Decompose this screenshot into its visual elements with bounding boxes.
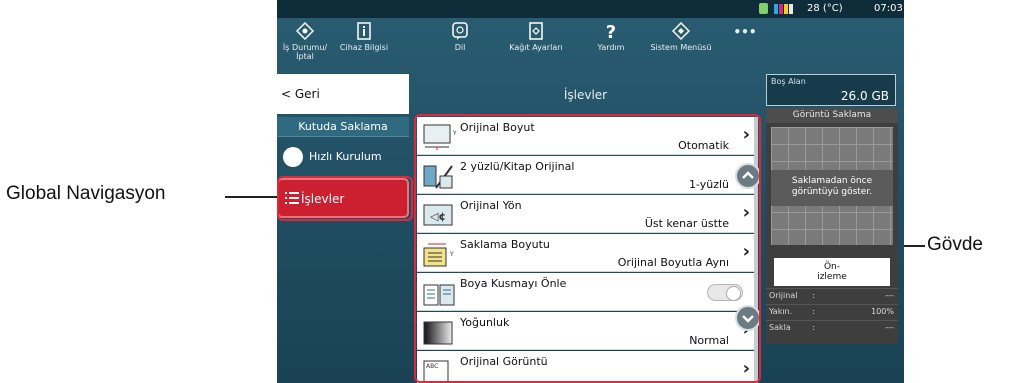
language-label: Dil: [454, 43, 466, 52]
info-label: Orijinal: [769, 291, 798, 300]
help-icon: ?: [606, 22, 616, 40]
system-menu-button[interactable]: Sistem Menüsü: [645, 22, 717, 52]
device-info-icon: [357, 22, 371, 40]
info-label: Sakla: [769, 323, 791, 332]
device-info-button[interactable]: Cihaz Bilgisi: [333, 22, 395, 52]
more-button[interactable]: •••: [733, 26, 757, 38]
device-info-label: Cihaz Bilgisi: [339, 43, 389, 52]
highlight-frame-body: [414, 114, 761, 383]
preview-title: Görüntü Saklama: [766, 108, 898, 123]
language-button[interactable]: Dil: [445, 22, 475, 52]
temperature-readout: 28 (°C): [807, 3, 843, 14]
preview-panel: Görüntü Saklama Saklamadan önce görüntüy…: [766, 108, 898, 344]
job-status-button[interactable]: İş Durumu/ İptal: [281, 22, 329, 61]
preview-button[interactable]: Ön- izleme: [774, 258, 890, 286]
toner-cyan-icon: [774, 4, 778, 14]
info-value: ---: [885, 291, 894, 300]
free-space-label: Boş Alan: [771, 77, 806, 86]
stopwatch-icon: [283, 147, 303, 167]
info-label: Yakın.: [769, 307, 793, 316]
figure: Global Navigasyon Gövde 28 (°C) 07:03 İş…: [0, 0, 1024, 383]
info-colon: :: [812, 307, 815, 316]
info-value: ---: [885, 323, 894, 332]
info-row-original: Orijinal : ---: [766, 288, 898, 302]
info-value: 100%: [871, 307, 894, 316]
svg-text:?: ?: [606, 22, 616, 40]
nav-item-quick-setup[interactable]: Hızlı Kurulum: [277, 140, 409, 174]
info-row-zoom: Yakın. : 100%: [766, 304, 898, 318]
nav-section-header: Kutuda Saklama: [277, 117, 409, 137]
device-screen: 28 (°C) 07:03 İş Durumu/ İptal Cihaz Bil…: [277, 0, 904, 383]
nav-item-quick-setup-label: Hızlı Kurulum: [309, 150, 382, 163]
job-status-label: İş Durumu/ İptal: [282, 43, 328, 61]
callout-global-navigation: Global Navigasyon: [6, 183, 166, 204]
highlight-frame-navigation: [277, 176, 413, 221]
system-menu-icon: [672, 22, 690, 40]
job-status-icon: [296, 22, 314, 40]
callout-leader-left: [225, 196, 279, 198]
info-colon: :: [812, 291, 815, 300]
toolbar: İş Durumu/ İptal Cihaz Bilgisi Dil Kağıt…: [277, 18, 904, 70]
language-icon: [452, 22, 468, 40]
info-colon: :: [812, 323, 815, 332]
clock: 07:03: [874, 3, 903, 14]
toner-yellow-icon: [784, 4, 788, 14]
info-row-store: Sakla : ---: [766, 320, 898, 334]
free-space-box: Boş Alan 26.0 GB: [766, 74, 896, 106]
help-label: Yardım: [597, 43, 625, 52]
free-space-value: 26.0 GB: [840, 89, 889, 103]
paper-settings-icon: [529, 22, 543, 40]
system-menu-label: Sistem Menüsü: [650, 43, 712, 52]
toner-black-icon: [789, 4, 793, 14]
usb-icon: [759, 3, 768, 14]
paper-settings-button[interactable]: Kağıt Ayarları: [501, 22, 571, 52]
back-button[interactable]: < Geri: [277, 74, 409, 114]
callout-body: Gövde: [927, 234, 983, 255]
paper-settings-label: Kağıt Ayarları: [509, 43, 563, 52]
status-bar: 28 (°C) 07:03: [277, 0, 904, 18]
page-title: İşlevler: [563, 88, 608, 102]
help-button[interactable]: ? Yardım: [591, 22, 631, 52]
toner-magenta-icon: [779, 4, 783, 14]
preview-message: Saklamadan önce görüntüyü göster.: [771, 170, 893, 206]
